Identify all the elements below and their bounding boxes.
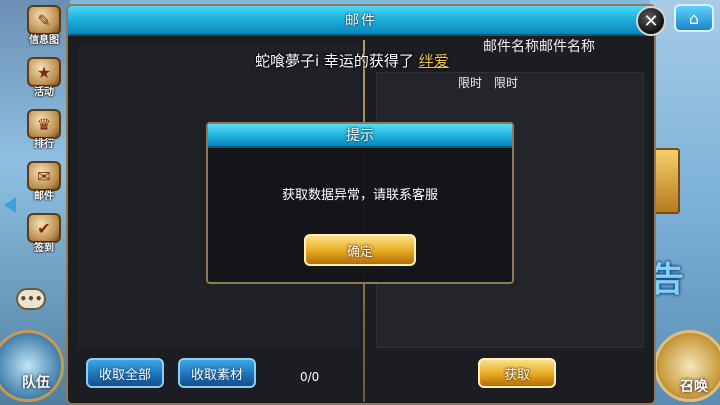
sidebar-item-info[interactable]: ✎ 信息图	[24, 2, 64, 46]
dialog-message: 获取数据异常，请联系客服	[281, 188, 438, 203]
close-icon: ✕	[643, 10, 659, 32]
dialog-title: 提示	[346, 128, 374, 144]
collect-materials-button[interactable]: 收取素材	[178, 358, 256, 388]
claim-button[interactable]: 获取	[478, 358, 556, 388]
sidebar-item-checkin[interactable]: ✔ 签到	[24, 210, 64, 254]
sidebar-item-ranking[interactable]: ♛ 排行	[24, 106, 64, 150]
deadline-label: 限时	[458, 76, 483, 90]
panel-title-bar: 邮件	[68, 6, 654, 36]
sidebar-item-activity[interactable]: ★ 活动	[24, 54, 64, 98]
sidebar-item-label: 信息图	[29, 35, 59, 46]
mail-count: 0/0	[300, 370, 320, 384]
home-button[interactable]: ⌂	[674, 4, 714, 32]
broadcast-prefix: 蛇喰夢子i 幸运的获得了	[255, 52, 419, 70]
home-icon: ⌂	[688, 8, 700, 28]
mail-detail-title: 邮件名称邮件名称	[483, 39, 595, 55]
team-label: 队伍	[22, 375, 50, 391]
panel-title: 邮件	[345, 13, 377, 29]
deadline-row: 限时 限时	[458, 74, 518, 91]
alert-dialog: 提示 获取数据异常，请联系客服 确定	[206, 122, 514, 284]
sidebar-item-label: 活动	[34, 87, 54, 98]
dialog-title-bar: 提示	[208, 124, 512, 148]
broadcast-item-link[interactable]: 绊爱	[419, 52, 449, 70]
chat-icon[interactable]: •••	[16, 288, 46, 310]
close-button[interactable]: ✕	[636, 6, 666, 36]
sidebar-item-mail[interactable]: ✉ 邮件	[24, 158, 64, 202]
announcement-sign[interactable]: 告	[650, 252, 720, 302]
event-card[interactable]	[652, 148, 680, 214]
sidebar-item-label: 邮件	[34, 191, 54, 202]
summon-label: 召唤	[680, 379, 708, 395]
confirm-button[interactable]: 确定	[304, 234, 416, 266]
broadcast-notice: 蛇喰夢子i 幸运的获得了 绊爱	[255, 50, 449, 71]
deadline-label: 限时	[494, 76, 519, 90]
sidebar-item-label: 签到	[34, 243, 54, 254]
collect-all-button[interactable]: 收取全部	[86, 358, 164, 388]
collapse-arrow-icon[interactable]	[4, 197, 16, 213]
sidebar-item-label: 排行	[34, 139, 54, 150]
